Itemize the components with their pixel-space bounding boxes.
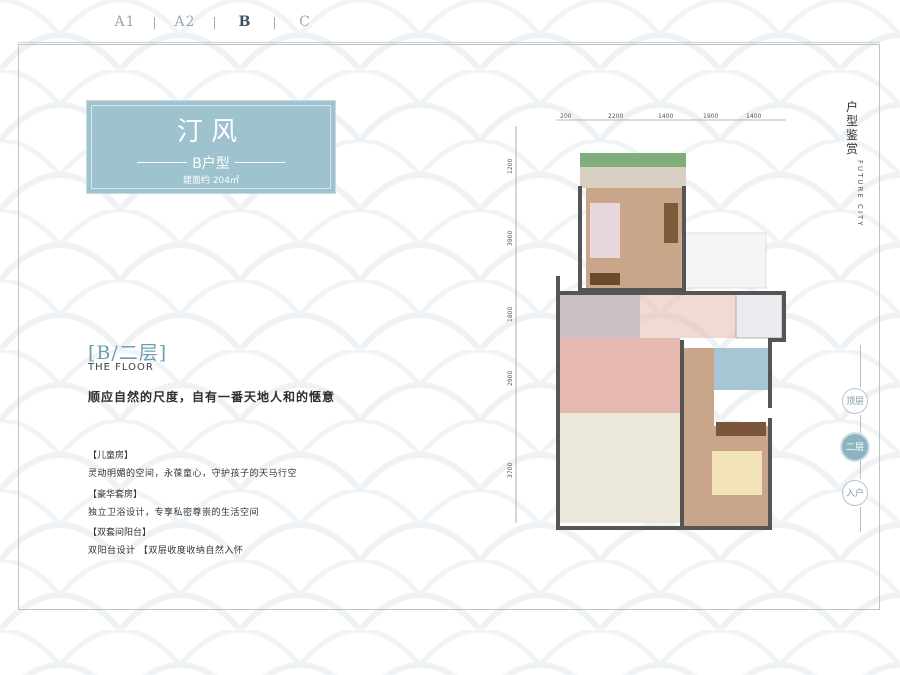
wardrobe: [590, 273, 620, 285]
terrace: [681, 232, 767, 289]
tab-a1[interactable]: A1: [108, 14, 142, 30]
desk: [664, 203, 678, 243]
side-title: 户型鉴赏: [846, 100, 859, 156]
tab-separator: |: [212, 15, 218, 29]
dim-label: 1800: [507, 307, 514, 322]
side-subtitle: FUTURE CITY: [856, 160, 864, 228]
feature-desc: 独立卫浴设计，专享私密尊崇的生活空间: [88, 508, 260, 518]
tab-separator: |: [272, 15, 278, 29]
dim-label: 1200: [507, 159, 514, 174]
tab-b[interactable]: B: [228, 14, 262, 30]
feature-heading: 【豪华套房】: [88, 490, 143, 500]
dim-label: 2200: [608, 113, 623, 120]
bed: [590, 203, 620, 258]
side-line: [860, 507, 861, 532]
unit-tabs: A1 | A2 | B | C: [108, 14, 322, 30]
double-height-void: [560, 413, 680, 523]
slogan: 顺应自然的尺度，自有一番天地人和的惬意: [88, 390, 336, 404]
section-subtitle: THE FLOOR: [88, 362, 154, 373]
stairwell: [735, 292, 783, 339]
floor-button-entry[interactable]: 入户: [842, 480, 868, 506]
side-line: [860, 345, 861, 387]
hallway: [560, 293, 736, 338]
tab-c[interactable]: C: [288, 14, 322, 30]
feature-heading: 【儿童房】: [88, 451, 134, 461]
section-title: [B/二层]: [88, 342, 168, 364]
floor-button-second[interactable]: 二层: [842, 434, 868, 460]
dim-label: 1400: [658, 113, 673, 120]
dim-label: 1400: [746, 113, 761, 120]
planter: [580, 153, 686, 167]
dim-label: 200: [560, 113, 572, 120]
master-wardrobe: [716, 422, 766, 436]
side-line: [860, 415, 861, 433]
master-bed: [712, 451, 762, 495]
hallway-tiles: [560, 338, 680, 413]
floor-plan: 200 2200 1400 1900 1400 1200 3900 1800 2…: [507, 113, 786, 530]
side-line: [860, 461, 861, 479]
dim-label: 3700: [507, 463, 514, 478]
feature-desc: 双阳台设计 【双层收度收纳自然入怀: [88, 546, 244, 556]
title-card: 汀风 B户型 建面约 204㎡: [86, 100, 336, 194]
tab-a2[interactable]: A2: [168, 14, 202, 30]
dim-label: 2900: [507, 371, 514, 386]
feature-desc: 灵动明媚的空间，永葆童心，守护孩子的天马行空: [88, 469, 298, 479]
feature-heading: 【双套间阳台】: [88, 528, 152, 538]
tab-separator: |: [152, 15, 158, 29]
top-rule: [18, 42, 880, 43]
unit-area: 建面约 204㎡: [182, 176, 240, 186]
dim-label: 1900: [703, 113, 718, 120]
unit-type: B户型: [192, 156, 230, 172]
unit-name: 汀风: [176, 117, 245, 147]
dim-label: 3900: [507, 231, 514, 246]
floor-button-top[interactable]: 顶层: [842, 388, 868, 414]
